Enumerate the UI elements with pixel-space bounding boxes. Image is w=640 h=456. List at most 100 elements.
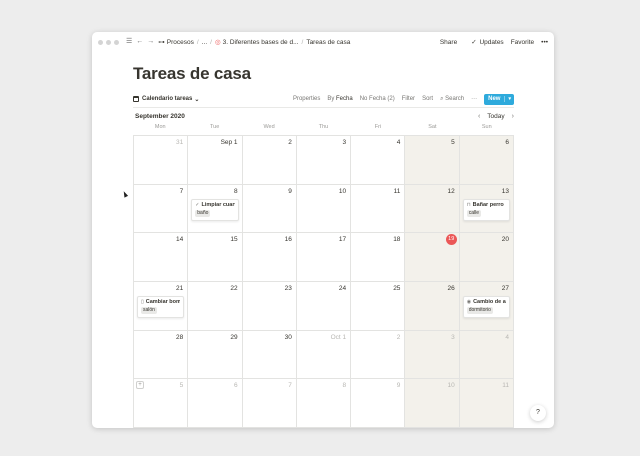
calendar-day-cell[interactable]: 2 xyxy=(351,330,406,380)
day-number: 7 xyxy=(179,187,184,195)
calendar-day-cell[interactable]: 15 xyxy=(188,233,243,282)
calendar-day-cell[interactable]: 9 xyxy=(242,184,297,234)
day-number: 12 xyxy=(447,187,455,195)
calendar-day-cell[interactable]: 19 xyxy=(405,233,460,282)
search-button[interactable]: ⌕ Search xyxy=(440,96,464,103)
day-number: 11 xyxy=(393,187,401,195)
calendar-day-cell[interactable]: 27 ◉Cambio de ar... dormitorio xyxy=(459,282,514,331)
close-window-icon[interactable] xyxy=(98,39,103,45)
breadcrumb-procesos[interactable]: Procesos xyxy=(167,39,194,46)
help-button[interactable]: ? xyxy=(530,405,546,421)
calendar-day-cell[interactable]: 3 xyxy=(405,330,460,380)
new-dropdown-icon[interactable]: ▾ xyxy=(504,96,514,102)
event-icon: ⊓ xyxy=(466,201,471,208)
event-card[interactable]: ▯Cambiar bom... salón xyxy=(137,296,185,318)
calendar-day-cell[interactable]: 30 xyxy=(242,330,297,380)
back-arrow-icon[interactable]: ← xyxy=(136,32,143,52)
calendar-day-cell[interactable]: 9 xyxy=(351,379,406,428)
view-selector[interactable]: Calendario tareas ⌄ xyxy=(133,96,199,103)
calendar-day-cell[interactable]: 21 ▯Cambiar bom... salón xyxy=(134,282,189,331)
event-title-row: ⊓ Bañar perro xyxy=(467,202,506,208)
day-number: Oct 1 xyxy=(330,333,347,341)
breadcrumb-ellipsis[interactable]: ... xyxy=(202,39,207,46)
calendar-day-cell[interactable]: Sep 1 xyxy=(188,136,243,185)
next-month-icon[interactable]: › xyxy=(512,113,514,120)
calendar-day-cell[interactable]: 29 xyxy=(188,330,243,380)
share-button[interactable]: Share xyxy=(440,39,457,46)
calendar-day-cell[interactable]: 4 xyxy=(459,330,514,380)
calendar-day-cell[interactable]: 17 xyxy=(296,233,352,282)
event-tag: dormitorio xyxy=(466,307,493,314)
calendar-day-cell[interactable]: 31 xyxy=(134,136,189,185)
calendar-day-cell[interactable]: 6 xyxy=(188,379,243,428)
calendar-day-cell[interactable]: 11 xyxy=(351,184,406,234)
breadcrumb-separator: / xyxy=(196,38,199,46)
new-button[interactable]: New ▾ xyxy=(484,93,514,105)
minimize-window-icon[interactable] xyxy=(106,39,111,45)
calendar-day-cell[interactable]: 2 xyxy=(242,136,297,185)
calendar-day-cell[interactable]: 7 xyxy=(242,379,297,428)
calendar-day-cell[interactable]: 25 xyxy=(351,282,406,331)
day-number: 16 xyxy=(284,236,292,244)
calendar-day-cell[interactable]: 10 xyxy=(296,184,352,234)
calendar-day-cell[interactable]: 28 xyxy=(134,330,189,380)
calendar-day-cell[interactable]: 16 xyxy=(242,233,297,282)
calendar-day-cell[interactable]: 3 xyxy=(296,136,352,185)
calendar-day-cell[interactable]: 26 xyxy=(405,282,460,331)
day-number: 17 xyxy=(338,236,347,244)
sort-button[interactable]: Sort xyxy=(422,96,433,102)
filter-button[interactable]: Filter xyxy=(402,96,415,102)
calendar-day-cell[interactable]: 10 xyxy=(405,379,460,428)
day-number: 25 xyxy=(393,285,401,292)
weekday-label: Tue xyxy=(209,124,220,130)
add-event-icon[interactable]: + xyxy=(136,381,144,390)
group-by-button[interactable]: By Fecha xyxy=(327,96,352,102)
calendar-day-cell[interactable]: +5 xyxy=(134,379,189,428)
more-view-options-icon[interactable]: ··· xyxy=(471,96,477,102)
properties-button[interactable]: Properties xyxy=(293,96,320,102)
calendar-day-cell[interactable]: 4 xyxy=(351,136,406,185)
breadcrumb-bases[interactable]: 3. Diferentes bases de d... xyxy=(223,39,299,46)
zoom-window-icon[interactable] xyxy=(114,39,119,45)
calendar-day-cell[interactable]: 18 xyxy=(351,233,406,282)
day-number: 10 xyxy=(447,382,455,390)
event-card[interactable]: ⊓ Bañar perro calle xyxy=(462,198,510,221)
menu-icon[interactable]: ☰ xyxy=(126,32,132,52)
no-fecha-button[interactable]: No Fecha (2) xyxy=(360,96,395,102)
page-title[interactable]: Tareas de casa xyxy=(133,64,251,84)
by-value: Fecha xyxy=(336,96,353,102)
calendar-day-cell[interactable]: 22 xyxy=(188,282,243,331)
weekday-header: Mon Tue Wed Thu Fri Sat Sun xyxy=(133,124,514,134)
more-options-icon[interactable]: ••• xyxy=(541,39,548,46)
event-card[interactable]: ◉Cambio de ar... dormitorio xyxy=(462,296,510,318)
calendar-day-cell[interactable]: 5 xyxy=(405,136,460,185)
window-controls xyxy=(98,39,122,45)
day-number: 18 xyxy=(393,236,401,244)
event-icon: ✓ xyxy=(195,201,200,208)
calendar-day-cell[interactable]: 6 xyxy=(459,136,514,185)
updates-button[interactable]: ✓ Updates xyxy=(464,38,503,46)
day-number: 30 xyxy=(284,333,292,341)
calendar-day-cell[interactable]: 8 ✓Limpiar cuart...baño xyxy=(188,184,243,234)
day-number: 6 xyxy=(505,139,509,146)
calendar-day-cell[interactable]: 24 xyxy=(296,282,352,331)
calendar-day-cell[interactable]: 13 ⊓ Bañar perro calle xyxy=(459,184,514,234)
calendar-day-cell[interactable]: 8 xyxy=(296,379,352,428)
calendar-day-cell[interactable]: 20 xyxy=(459,233,514,282)
calendar-day-cell[interactable]: 12 xyxy=(405,184,460,234)
favorite-button[interactable]: Favorite xyxy=(511,39,534,46)
previous-month-icon[interactable]: ‹ xyxy=(478,113,480,120)
forward-arrow-icon[interactable]: → xyxy=(147,32,154,52)
event-icon: ▯ xyxy=(141,299,144,305)
breadcrumb-current-page[interactable]: Tareas de casa xyxy=(306,39,350,46)
today-button[interactable]: Today xyxy=(487,113,504,120)
weekday-label: Wed xyxy=(263,124,275,130)
updates-label: Updates xyxy=(479,39,504,46)
calendar-day-cell[interactable]: 7 xyxy=(134,184,189,234)
calendar-day-cell[interactable]: Oct 1 xyxy=(296,330,352,380)
calendar-day-cell[interactable]: 23 xyxy=(242,282,297,331)
calendar-day-cell[interactable]: 11 xyxy=(459,379,514,428)
event-card[interactable]: ✓Limpiar cuart...baño xyxy=(191,198,239,221)
calendar-day-cell[interactable]: 14 xyxy=(134,233,189,282)
topbar-actions: Share ✓ Updates Favorite ••• xyxy=(433,38,548,47)
